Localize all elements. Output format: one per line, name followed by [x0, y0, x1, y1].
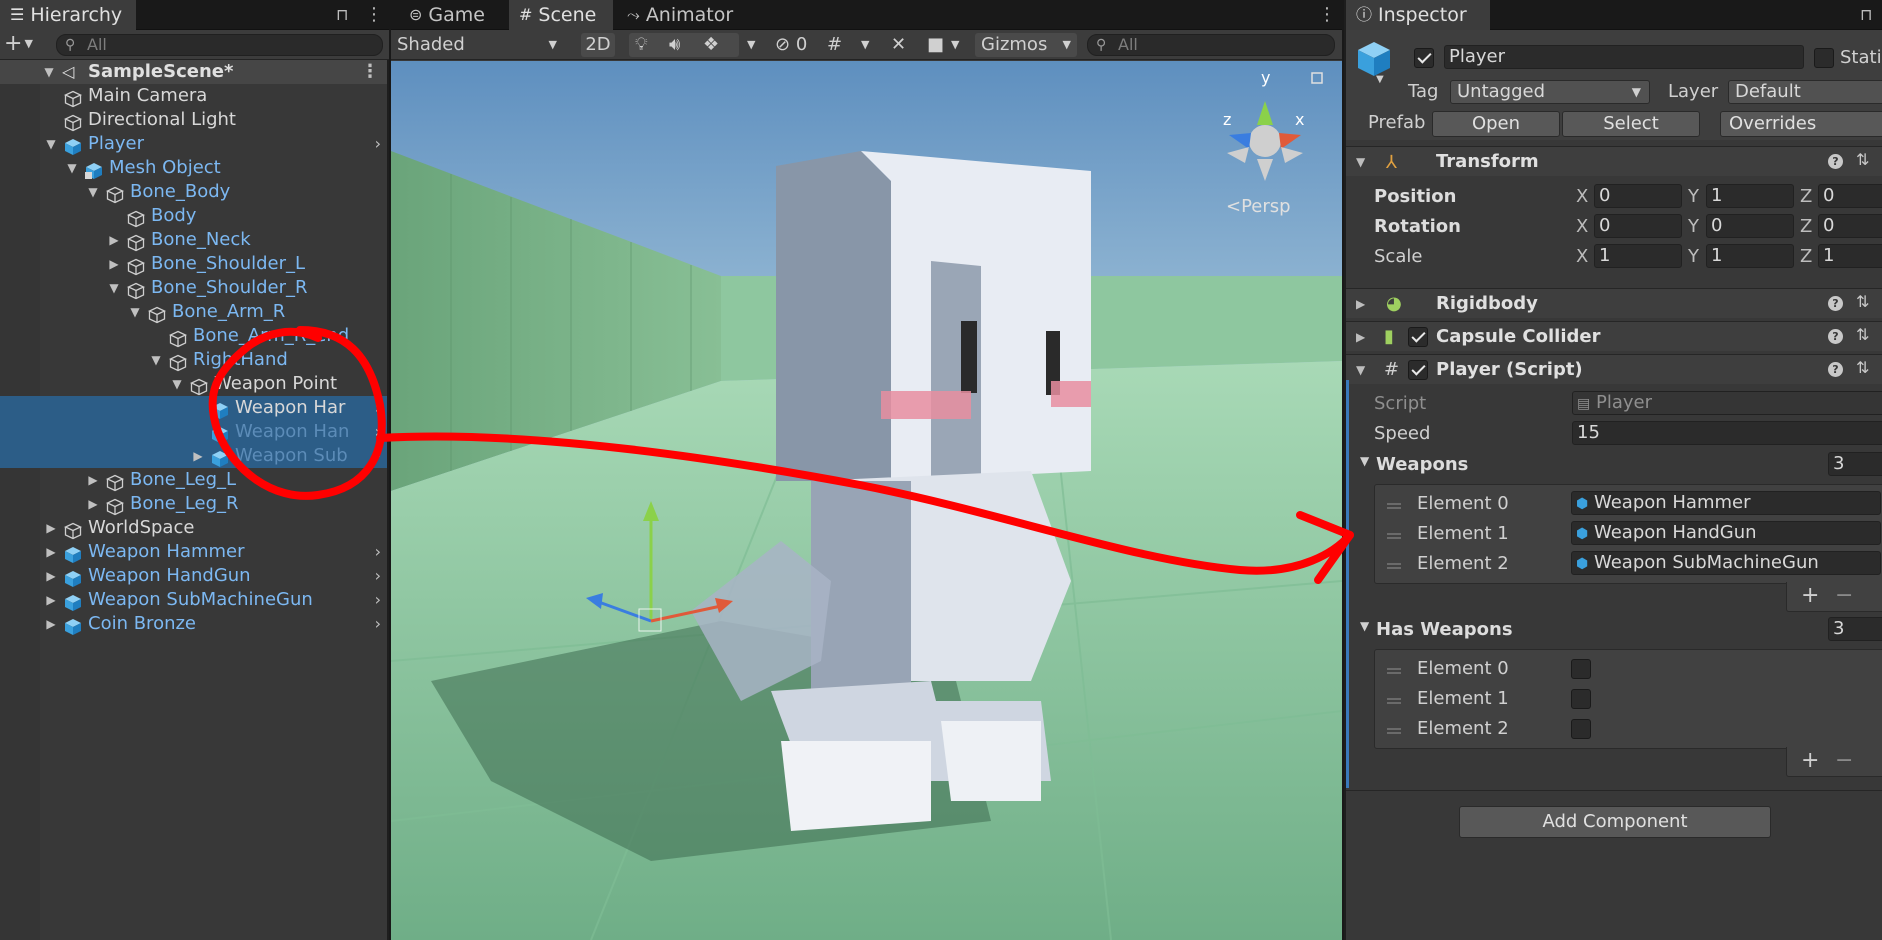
annotation-arrowhead: [1296, 511, 1354, 584]
annotation-arrow: [376, 432, 1354, 575]
annotation-overlay: [208, 326, 1354, 584]
annotation-circle: [208, 326, 386, 500]
